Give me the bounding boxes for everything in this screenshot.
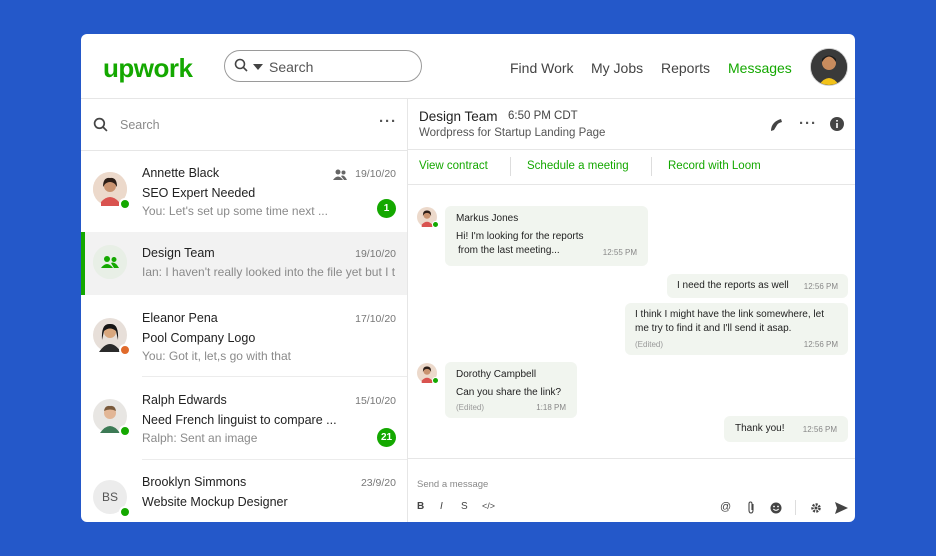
message-text-line: Can you share the link? [456,387,562,398]
conversation-date: 17/10/20 [355,313,396,325]
message-time: 12:56 PM [803,340,838,349]
more-options-icon[interactable]: ··· [379,113,397,130]
schedule-meeting-link[interactable]: Schedule a meeting [527,160,629,172]
message-time: 1:18 PM [536,403,566,412]
message-text-line: Thank you! [735,423,785,434]
conversation-name: Eleanor Pena [142,311,218,325]
message-bubble-own: I think I might have the link somewhere,… [625,303,848,355]
conversation-preview: You: Let's set up some time next ... [142,204,328,218]
conversation-subject: SEO Expert Needed [142,186,256,200]
gear-icon[interactable] [810,501,822,519]
nav-messages[interactable]: Messages [728,60,792,76]
conversation-name: Brooklyn Simmons [142,475,247,489]
online-status-dot [432,221,439,228]
conversation-item-selected[interactable]: Design Team 19/10/20 Ian: I haven't real… [81,232,407,295]
conversation-list-panel: Search ··· Annette Black 19/10/20 SEO Ex… [81,99,408,522]
conversation-subject: Website Mockup Designer [142,495,288,509]
record-with-loom-link[interactable]: Record with Loom [668,160,761,172]
thread-local-time: 6:50 PM CDT [508,110,578,122]
list-divider [142,376,407,377]
emoji-icon[interactable] [770,501,782,519]
message-text-line: from the last meeting... [458,245,560,256]
view-contract-link[interactable]: View contract [419,160,488,172]
attachment-icon[interactable] [746,501,756,519]
conversation-date: 23/9/20 [360,477,396,489]
conversation-date: 19/10/20 [355,248,396,260]
message-bubble: Dorothy Campbell Can you share the link?… [445,362,577,418]
more-options-icon[interactable]: ··· [799,115,817,132]
message-text-line: me try to find it and I'll send it asap. [635,323,792,334]
strikethrough-button[interactable]: S [461,501,468,512]
message-sender: Markus Jones [456,213,519,224]
search-placeholder: Search [269,59,314,75]
conversation-preview: Ralph: Sent an image [142,431,258,445]
upwork-logo[interactable]: upwork [103,53,193,84]
info-icon[interactable] [830,117,844,136]
message-time: 12:56 PM [803,282,838,291]
chevron-down-icon[interactable] [253,64,263,70]
conversation-search-placeholder: Search [120,118,160,132]
conversation-item[interactable]: Annette Black 19/10/20 SEO Expert Needed… [81,151,407,232]
conversation-name: Design Team [142,246,215,260]
global-search-input[interactable]: Search [224,50,422,82]
online-status-dot [119,506,131,518]
italic-button[interactable]: I [440,501,443,512]
message-composer[interactable]: Send a message B I S </> @ [408,458,855,522]
online-status-dot [432,377,439,384]
messages-window: upwork Search Find Work My Jobs Reports … [81,34,855,522]
conversation-search[interactable]: Search ··· [81,99,407,151]
thread-title: Design Team [419,109,498,124]
thread-header: Design Team 6:50 PM CDT Wordpress for St… [408,99,855,150]
bold-button[interactable]: B [417,501,424,512]
conversation-item[interactable]: Eleanor Pena 17/10/20 Pool Company Logo … [81,296,407,377]
message-time: 12:55 PM [602,248,637,257]
conversation-preview: You: Got it, let,s go with that [142,349,291,363]
nav-find-work[interactable]: Find Work [510,60,574,76]
message-text-line: Hi! I'm looking for the reports [456,231,584,242]
compose-input[interactable]: Send a message [417,479,488,490]
separator [510,157,511,176]
message-bubble: Markus Jones Hi! I'm looking for the rep… [445,206,648,266]
message-bubble-own: Thank you! 12:56 PM [724,416,848,442]
conversation-date: 15/10/20 [355,395,396,407]
message-thread-panel: Design Team 6:50 PM CDT Wordpress for St… [408,99,855,522]
send-icon[interactable] [835,501,848,519]
separator [651,157,652,176]
conversation-item[interactable]: BS Brooklyn Simmons 23/9/20 Website Mock… [81,460,407,522]
conversation-preview: Ian: I haven't really looked into the fi… [142,265,396,279]
search-icon [234,58,248,77]
group-icon [333,167,347,185]
thread-subtitle: Wordpress for Startup Landing Page [419,127,606,139]
nav-reports[interactable]: Reports [661,60,710,76]
message-sender: Dorothy Campbell [456,369,537,380]
away-status-dot [119,344,131,356]
message-text-line: I need the reports as well [677,280,789,291]
conversation-subject: Need French linguist to compare ... [142,413,337,427]
online-status-dot [119,425,131,437]
conversation-item[interactable]: Ralph Edwards 15/10/20 Need French lingu… [81,378,407,459]
message-text-line: I think I might have the link somewhere,… [635,309,824,320]
top-navigation: upwork Search Find Work My Jobs Reports … [81,34,855,99]
edited-label: (Edited) [456,403,485,412]
message-time: 12:56 PM [802,425,837,434]
conversation-date: 19/10/20 [355,168,396,180]
unread-badge: 1 [377,199,396,218]
group-avatar [93,245,127,279]
message-bubble-own: I need the reports as well 12:56 PM [667,274,848,298]
conversation-name: Ralph Edwards [142,393,227,407]
separator [795,500,796,515]
mention-icon[interactable]: @ [720,501,731,513]
phone-icon[interactable] [769,117,784,137]
conversation-name: Annette Black [142,166,220,180]
nav-my-jobs[interactable]: My Jobs [591,60,643,76]
online-status-dot [119,198,131,210]
search-icon [93,117,108,137]
code-button[interactable]: </> [482,501,495,511]
thread-actions-bar: View contract Schedule a meeting Record … [408,150,855,185]
edited-label: (Edited) [635,340,664,349]
conversation-subject: Pool Company Logo [142,331,256,345]
user-avatar[interactable] [810,48,848,86]
unread-badge: 21 [377,428,396,447]
